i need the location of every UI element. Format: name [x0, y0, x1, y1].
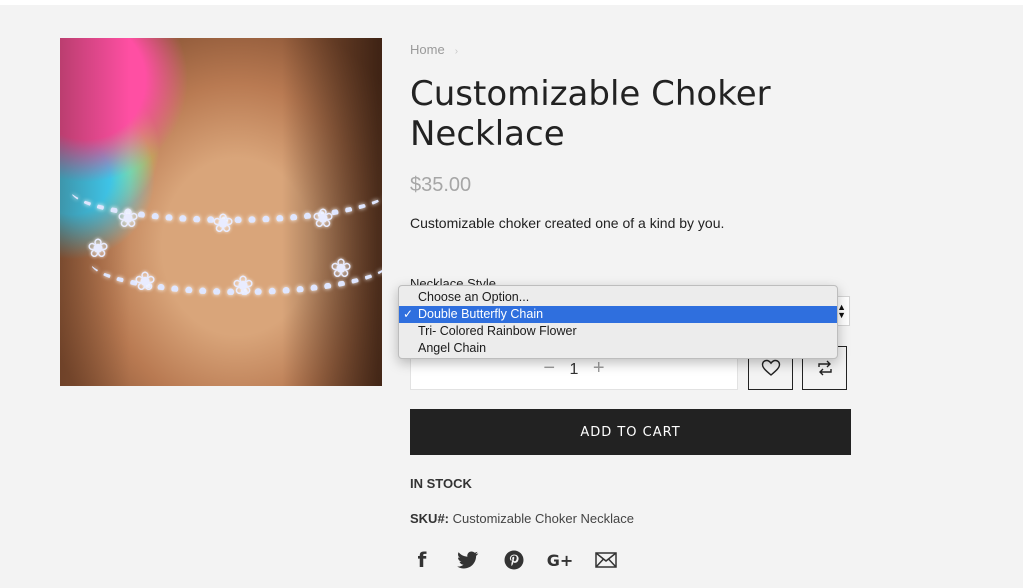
butterfly-charm-icon: ❀ [312, 203, 334, 233]
facebook-icon[interactable]: f [410, 548, 434, 572]
dropdown-option-angel-chain[interactable]: Angel Chain [399, 340, 837, 357]
product-image[interactable]: ❀ ❀ ❀ ❀ ❀ ❀ ❀ [60, 38, 382, 386]
product-title: Customizable Choker Necklace [410, 74, 771, 154]
dropdown-option-label: Tri- Colored Rainbow Flower [418, 324, 577, 338]
dropdown-option-label: Choose an Option... [418, 290, 530, 304]
butterfly-charm-icon: ❀ [87, 233, 109, 263]
sku-label: SKU#: [410, 511, 450, 526]
butterfly-charm-icon: ❀ [212, 208, 234, 238]
pinterest-icon[interactable] [502, 548, 526, 572]
product-price: $35.00 [410, 174, 472, 196]
butterfly-charm-icon: ❀ [232, 270, 254, 300]
top-bar [0, 0, 1023, 5]
sku-value: Customizable Choker Necklace [449, 511, 634, 526]
select-arrows-icon: ▲ ▼ [837, 302, 846, 320]
product-description: Customizable choker created one of a kin… [410, 215, 725, 231]
necklace-style-dropdown[interactable]: Choose an Option... ✓ Double Butterfly Ch… [398, 285, 838, 359]
google-plus-icon[interactable]: G+ [547, 548, 574, 572]
sku-line: SKU#: Customizable Choker Necklace [410, 511, 634, 526]
social-share: f G+ [410, 546, 640, 574]
dropdown-option-rainbow-flower[interactable]: Tri- Colored Rainbow Flower [399, 323, 837, 340]
dropdown-option-double-butterfly[interactable]: ✓ Double Butterfly Chain [399, 306, 837, 323]
stock-status: IN STOCK [410, 476, 472, 491]
quantity-decrease-button[interactable]: − [533, 357, 565, 379]
breadcrumb-home-link[interactable]: Home [410, 42, 445, 57]
dropdown-option-label: Double Butterfly Chain [418, 307, 544, 321]
email-icon[interactable] [594, 548, 618, 572]
twitter-icon[interactable] [456, 548, 480, 572]
dropdown-option-choose[interactable]: Choose an Option... [399, 289, 837, 306]
quantity-increase-button[interactable]: + [583, 357, 615, 379]
butterfly-charm-icon: ❀ [134, 266, 156, 296]
heart-icon [761, 359, 780, 376]
butterfly-charm-icon: ❀ [330, 253, 352, 283]
breadcrumb: Home › [410, 42, 458, 57]
dropdown-option-label: Angel Chain [418, 341, 487, 355]
butterfly-charm-icon: ❀ [117, 203, 139, 233]
add-to-cart-button[interactable]: ADD TO CART [410, 409, 851, 455]
checkmark-icon: ✓ [403, 307, 414, 321]
quantity-value[interactable]: 1 [570, 361, 579, 378]
breadcrumb-separator-icon: › [454, 46, 459, 57]
compare-icon [817, 360, 832, 376]
